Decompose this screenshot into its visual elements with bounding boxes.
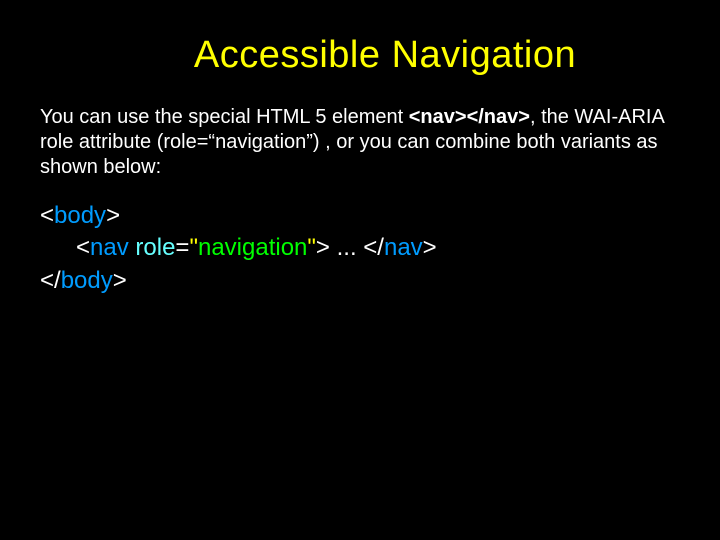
role-attr: role xyxy=(135,234,175,261)
quote-open: " xyxy=(189,234,198,261)
ellipsis: ... xyxy=(330,234,363,261)
nav-close-tag: </nav> xyxy=(467,106,530,128)
gt: > xyxy=(423,234,437,261)
slide: Accessible Navigation You can use the sp… xyxy=(0,0,720,540)
lt: < xyxy=(363,234,377,261)
role-value: navigation xyxy=(198,234,307,261)
lt: < xyxy=(40,202,54,229)
gt: > xyxy=(113,267,127,294)
slash: / xyxy=(377,234,384,261)
slash: / xyxy=(54,267,61,294)
quote-close: " xyxy=(307,234,316,261)
nav-open-tag: <nav> xyxy=(409,106,467,128)
body-close: body xyxy=(61,267,113,294)
code-line-3: </body> xyxy=(40,265,680,297)
slide-title: Accessible Navigation xyxy=(90,34,680,77)
gt: > xyxy=(316,234,330,261)
gt: > xyxy=(106,202,120,229)
intro-paragraph: You can use the special HTML 5 element <… xyxy=(40,105,680,180)
nav-close: nav xyxy=(384,234,423,261)
eq: = xyxy=(175,234,189,261)
body-open: body xyxy=(54,202,106,229)
intro-text-pre: You can use the special HTML 5 element xyxy=(40,106,409,128)
code-line-1: <body> xyxy=(40,200,680,232)
code-block: <body> <nav role="navigation"> ... </nav… xyxy=(40,200,680,297)
lt: < xyxy=(76,234,90,261)
code-line-2: <nav role="navigation"> ... </nav> xyxy=(40,232,680,264)
lt: < xyxy=(40,267,54,294)
nav-open: nav xyxy=(90,234,129,261)
